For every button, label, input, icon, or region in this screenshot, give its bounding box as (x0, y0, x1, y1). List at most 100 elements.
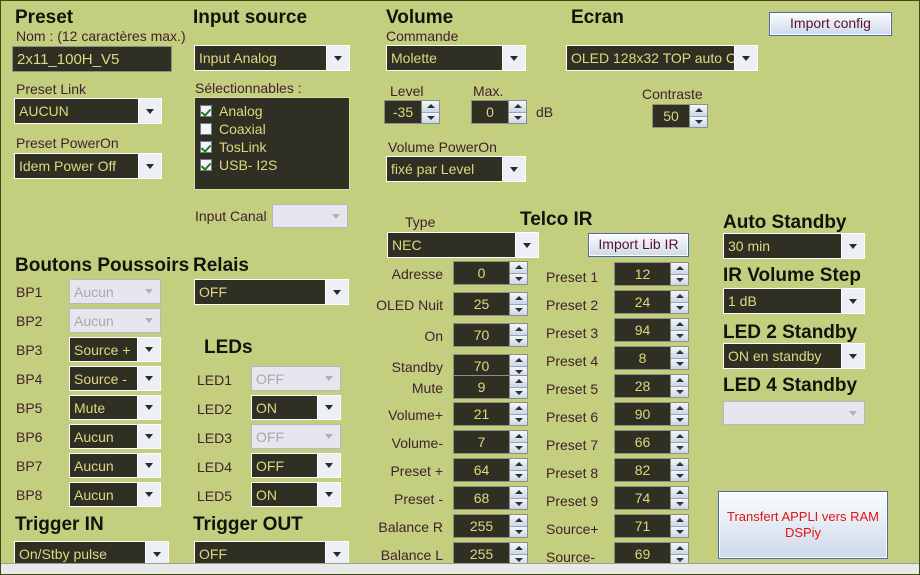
telco-balance-r-stepper[interactable]: 255 (453, 514, 528, 538)
telco-preset9-stepper[interactable]: 74 (614, 486, 689, 510)
chevron-down-icon[interactable] (138, 154, 161, 178)
stepper-up-icon[interactable] (510, 293, 527, 305)
stepper-down-icon[interactable] (671, 386, 688, 397)
stepper-buttons[interactable] (670, 290, 689, 314)
led4-select[interactable]: OFF (251, 453, 341, 478)
chevron-down-icon[interactable] (317, 454, 340, 477)
telco-preset1-stepper[interactable]: 12 (614, 262, 689, 286)
stepper-up-icon[interactable] (671, 515, 688, 527)
stepper-down-icon[interactable] (671, 330, 688, 341)
bp1-select[interactable]: Aucun (69, 279, 161, 304)
chevron-down-icon[interactable] (842, 402, 864, 424)
stepper-down-icon[interactable] (510, 442, 527, 453)
contraste-stepper[interactable]: 50 (652, 104, 708, 128)
stepper-buttons[interactable] (670, 514, 689, 538)
telco-preset9-value[interactable]: 74 (614, 486, 670, 510)
chevron-down-icon[interactable] (138, 309, 160, 332)
input-selectables-list[interactable]: Analog Coaxial TosLink USB- I2S (194, 97, 350, 190)
telco-oled-nuit-value[interactable]: 25 (453, 292, 509, 316)
stepper-down-icon[interactable] (510, 273, 527, 284)
telco-mute-stepper[interactable]: 9 (453, 375, 528, 399)
bp2-select[interactable]: Aucun (69, 308, 161, 333)
bp6-select[interactable]: Aucun (69, 424, 161, 449)
telco-volume-down-stepper[interactable]: 7 (453, 430, 528, 454)
checkbox-usb-i2s[interactable] (200, 158, 212, 171)
led2-standby-select[interactable]: ON en standby (723, 343, 865, 369)
stepper-buttons[interactable] (509, 323, 528, 347)
stepper-up-icon[interactable] (671, 291, 688, 303)
telco-preset8-stepper[interactable]: 82 (614, 458, 689, 482)
import-lib-ir-button[interactable]: Import Lib IR (588, 233, 689, 257)
chevron-down-icon[interactable] (734, 46, 757, 70)
volume-level-stepper[interactable]: -35 (384, 100, 440, 124)
list-item[interactable]: Analog (200, 102, 344, 119)
stepper-buttons[interactable] (509, 458, 528, 482)
checkbox-coaxial[interactable] (200, 122, 212, 135)
telco-volume-down-value[interactable]: 7 (453, 430, 509, 454)
stepper-down-icon[interactable] (671, 470, 688, 481)
ir-volume-step-select[interactable]: 1 dB (723, 288, 865, 314)
preset-poweron-select[interactable]: Idem Power Off (14, 153, 162, 179)
telco-preset7-stepper[interactable]: 66 (614, 430, 689, 454)
stepper-buttons[interactable] (670, 346, 689, 370)
stepper-up-icon[interactable] (510, 459, 527, 471)
telco-preset4-value[interactable]: 8 (614, 346, 670, 370)
telco-mute-value[interactable]: 9 (453, 375, 509, 399)
chevron-down-icon[interactable] (138, 99, 161, 123)
telco-oled-nuit-stepper[interactable]: 25 (453, 292, 528, 316)
stepper-down-icon[interactable] (510, 498, 527, 509)
led1-select[interactable]: OFF (251, 366, 341, 391)
chevron-down-icon[interactable] (325, 280, 348, 304)
stepper-up-icon[interactable] (510, 262, 527, 274)
chevron-down-icon[interactable] (325, 205, 347, 227)
stepper-buttons[interactable] (670, 318, 689, 342)
checkbox-toslink[interactable] (200, 140, 212, 153)
telco-volume-up-stepper[interactable]: 21 (453, 402, 528, 426)
stepper-up-icon[interactable] (690, 105, 707, 117)
chevron-down-icon[interactable] (317, 483, 340, 506)
telco-preset2-stepper[interactable]: 24 (614, 290, 689, 314)
bp4-select[interactable]: Source - (69, 366, 161, 391)
stepper-buttons[interactable] (509, 375, 528, 399)
stepper-buttons[interactable] (670, 486, 689, 510)
relais-select[interactable]: OFF (194, 279, 349, 305)
chevron-down-icon[interactable] (137, 454, 160, 477)
list-item[interactable]: USB- I2S (200, 156, 344, 173)
stepper-down-icon[interactable] (510, 470, 527, 481)
stepper-down-icon[interactable] (690, 116, 707, 127)
stepper-buttons[interactable] (670, 402, 689, 426)
chevron-down-icon[interactable] (137, 338, 160, 361)
stepper-buttons[interactable] (670, 374, 689, 398)
telco-preset-down-value[interactable]: 68 (453, 486, 509, 510)
stepper-buttons[interactable] (509, 486, 528, 510)
auto-standby-select[interactable]: 30 min (723, 233, 865, 259)
telco-volume-up-value[interactable]: 21 (453, 402, 509, 426)
telco-preset6-value[interactable]: 90 (614, 402, 670, 426)
chevron-down-icon[interactable] (137, 425, 160, 448)
chevron-down-icon[interactable] (502, 46, 525, 70)
stepper-up-icon[interactable] (671, 487, 688, 499)
stepper-buttons[interactable] (689, 104, 708, 128)
led3-select[interactable]: OFF (251, 424, 341, 449)
chevron-down-icon[interactable] (137, 367, 160, 390)
telco-on-stepper[interactable]: 70 (453, 323, 528, 347)
led2-select[interactable]: ON (251, 395, 341, 420)
telco-balance-r-value[interactable]: 255 (453, 514, 509, 538)
contraste-value[interactable]: 50 (652, 104, 689, 128)
stepper-down-icon[interactable] (671, 302, 688, 313)
stepper-buttons[interactable] (509, 430, 528, 454)
telco-source-up-value[interactable]: 71 (614, 514, 670, 538)
led4-standby-select[interactable] (723, 401, 865, 425)
stepper-down-icon[interactable] (671, 358, 688, 369)
stepper-up-icon[interactable] (671, 403, 688, 415)
bp5-select[interactable]: Mute (69, 395, 161, 420)
list-item[interactable]: Coaxial (200, 120, 344, 137)
stepper-buttons[interactable] (509, 514, 528, 538)
stepper-down-icon[interactable] (671, 414, 688, 425)
ecran-display-select[interactable]: OLED 128x32 TOP auto C (566, 45, 758, 71)
stepper-up-icon[interactable] (671, 543, 688, 555)
stepper-down-icon[interactable] (671, 498, 688, 509)
stepper-up-icon[interactable] (510, 324, 527, 336)
chevron-down-icon[interactable] (841, 344, 864, 368)
led5-select[interactable]: ON (251, 482, 341, 507)
